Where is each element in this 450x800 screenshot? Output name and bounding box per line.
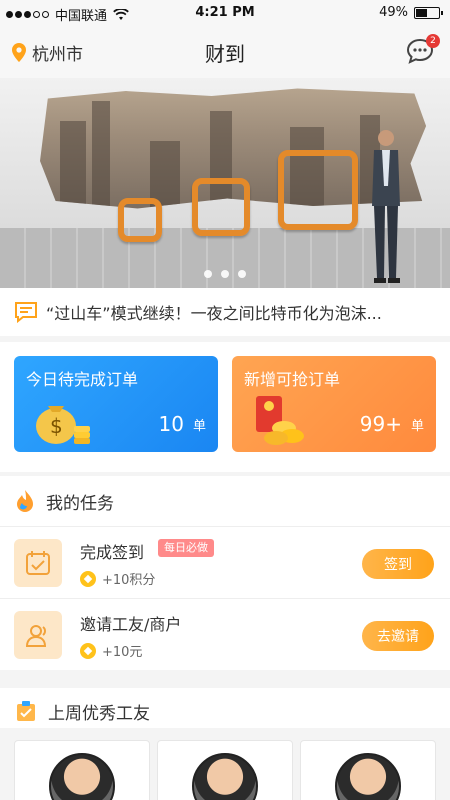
- pager-dot[interactable]: [238, 270, 246, 278]
- page-title: 财到: [205, 42, 245, 66]
- coin-icon: [80, 642, 96, 659]
- daily-required-badge: 每日必做: [158, 539, 214, 557]
- pager-dot[interactable]: [221, 270, 229, 278]
- reward-label: +10积分: [102, 573, 156, 588]
- new-orders-unit: 单: [410, 419, 424, 434]
- worker-card[interactable]: [300, 740, 436, 800]
- nav-bar: 杭州市 财到 2: [0, 28, 450, 78]
- money-bag-icon: $: [36, 406, 90, 444]
- businessman-figure: [372, 130, 400, 283]
- reward-label: +10元: [102, 645, 143, 660]
- invite-button[interactable]: 去邀请: [362, 621, 434, 651]
- user-invite-icon: [14, 611, 62, 659]
- order-summary: 今日待完成订单 $ 10 单 新增可抢订单 99+ 单: [0, 342, 450, 472]
- pending-orders-count: 10: [158, 412, 184, 436]
- messages-button[interactable]: 2: [406, 34, 440, 66]
- task-row-invite: 邀请工友/商户 +10元 去邀请: [0, 598, 450, 670]
- clipboard-check-icon: [17, 701, 35, 721]
- battery-percent: 49%: [379, 5, 408, 20]
- checkin-button[interactable]: 签到: [362, 549, 434, 579]
- pending-orders-unit: 单: [192, 419, 206, 434]
- coin-icon: [80, 570, 96, 587]
- calendar-check-icon: [14, 539, 62, 587]
- flame-icon: [17, 490, 33, 512]
- worker-card[interactable]: [14, 740, 150, 800]
- promo-banner[interactable]: [0, 78, 450, 288]
- battery-icon: [414, 6, 443, 19]
- pending-orders-card[interactable]: 今日待完成订单 $ 10 单: [14, 356, 218, 452]
- avatar: [49, 753, 115, 800]
- task-reward: +10积分: [80, 569, 155, 588]
- task-title: 完成签到: [80, 543, 145, 562]
- new-orders-count: 99+: [359, 412, 402, 436]
- svg-text:$: $: [50, 414, 63, 438]
- orange-frame-medium: [192, 178, 250, 236]
- announcement-icon: [15, 302, 37, 323]
- task-title: 邀请工友/商户: [80, 615, 182, 634]
- orange-frame-large: [278, 150, 358, 230]
- worker-card[interactable]: [157, 740, 293, 800]
- new-orders-title: 新增可抢订单: [244, 370, 341, 389]
- message-count-badge: 2: [426, 34, 440, 48]
- news-ticker[interactable]: “过山车”模式继续！一夜之间比特币化为泡沫...: [0, 288, 450, 336]
- banner-pager: [0, 270, 450, 278]
- new-orders-card[interactable]: 新增可抢订单 99+ 单: [232, 356, 436, 452]
- avatar: [192, 753, 258, 800]
- task-row-checkin: 完成签到 每日必做 +10积分 签到: [0, 526, 450, 598]
- status-bar: 中国联通 4:21 PM 49%: [0, 0, 450, 28]
- red-envelope-coins-icon: [256, 396, 304, 445]
- orange-frame-small: [118, 198, 162, 242]
- pending-orders-title: 今日待完成订单: [26, 370, 139, 389]
- task-reward: +10元: [80, 641, 142, 660]
- top-workers-header: 上周优秀工友: [0, 680, 450, 734]
- news-headline: “过山车”模式继续！一夜之间比特币化为泡沫...: [46, 304, 382, 323]
- pager-dot[interactable]: [204, 270, 212, 278]
- top-workers-title: 上周优秀工友: [48, 703, 150, 724]
- my-tasks-title: 我的任务: [46, 493, 114, 514]
- avatar: [335, 753, 401, 800]
- my-tasks-header: 我的任务: [0, 476, 450, 526]
- top-workers-list: [0, 728, 450, 800]
